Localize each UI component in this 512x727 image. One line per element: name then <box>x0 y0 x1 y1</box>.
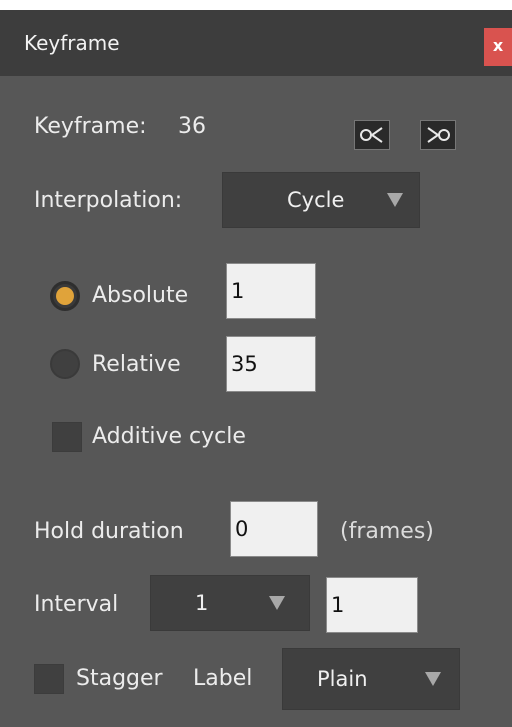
interpolation-label: Interpolation: <box>34 188 183 213</box>
prev-keyframe-button[interactable] <box>354 120 390 150</box>
keyframe-dialog: Keyframe x Keyframe: 36 Interpolation: C… <box>0 10 512 727</box>
relative-input[interactable]: 35 <box>226 336 316 392</box>
window-title: Keyframe <box>24 31 120 55</box>
stagger-label: Stagger <box>76 666 163 691</box>
relative-label: Relative <box>92 352 181 377</box>
keyframe-label: Keyframe: <box>34 114 147 139</box>
prev-keyframe-icon <box>360 127 383 143</box>
absolute-input[interactable]: 1 <box>226 263 316 319</box>
chevron-down-icon <box>269 596 285 610</box>
label-caption: Label <box>193 666 253 691</box>
interval-selected: 1 <box>195 591 209 615</box>
interpolation-dropdown[interactable]: Cycle <box>222 172 420 228</box>
hold-duration-label: Hold duration <box>34 519 184 544</box>
interval-dropdown[interactable]: 1 <box>150 575 310 631</box>
relative-radio[interactable] <box>50 349 80 379</box>
interval-label: Interval <box>34 592 119 617</box>
label-style-dropdown[interactable]: Plain <box>282 648 460 710</box>
keyframe-number: 36 <box>178 114 206 139</box>
label-style-selected: Plain <box>317 667 368 691</box>
close-button[interactable]: x <box>484 28 512 66</box>
additive-cycle-checkbox[interactable] <box>52 422 82 452</box>
absolute-radio[interactable] <box>50 281 80 311</box>
absolute-label: Absolute <box>92 283 189 308</box>
next-keyframe-button[interactable] <box>420 120 456 150</box>
interval-input[interactable]: 1 <box>326 577 418 633</box>
stagger-checkbox[interactable] <box>34 664 64 694</box>
additive-cycle-label: Additive cycle <box>92 424 246 449</box>
next-keyframe-icon <box>427 127 450 143</box>
chevron-down-icon <box>425 672 441 686</box>
interpolation-selected: Cycle <box>287 188 345 212</box>
hold-duration-input[interactable]: 0 <box>230 501 318 557</box>
hold-duration-unit: (frames) <box>340 519 434 544</box>
chevron-down-icon <box>387 193 403 207</box>
title-bar: Keyframe x <box>0 10 512 76</box>
